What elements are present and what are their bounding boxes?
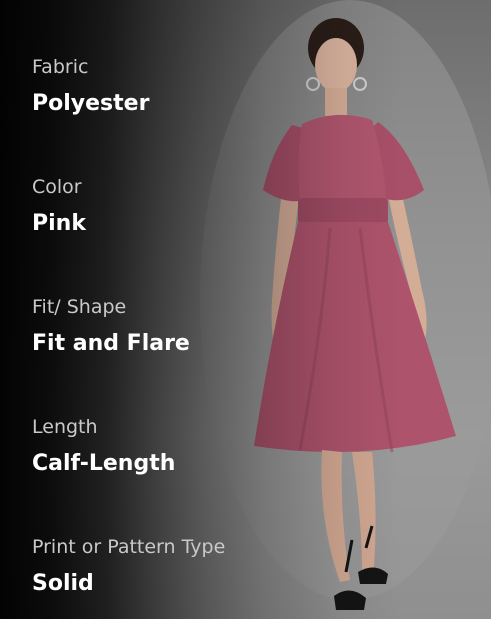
product-attributes-screen: Fabric Polyester Color Pink Fit/ Shape F… [0,0,491,619]
attribute-value: Pink [32,211,86,236]
attribute-value: Solid [32,571,94,596]
attribute-length: Length Calf-Length [32,416,282,477]
attribute-fit-shape: Fit/ Shape Fit and Flare [32,296,282,357]
attribute-value: Fit and Flare [32,331,190,356]
attribute-label: Fit/ Shape [32,296,127,318]
attribute-print-pattern: Print or Pattern Type Solid [32,536,282,597]
attribute-label: Print or Pattern Type [32,536,226,558]
attribute-label: Color [32,176,82,198]
attribute-label: Length [32,416,98,438]
attribute-label: Fabric [32,56,89,78]
attribute-value: Polyester [32,91,150,116]
attribute-color: Color Pink [32,176,282,237]
attribute-value: Calf-Length [32,451,176,476]
attribute-fabric: Fabric Polyester [32,56,282,117]
